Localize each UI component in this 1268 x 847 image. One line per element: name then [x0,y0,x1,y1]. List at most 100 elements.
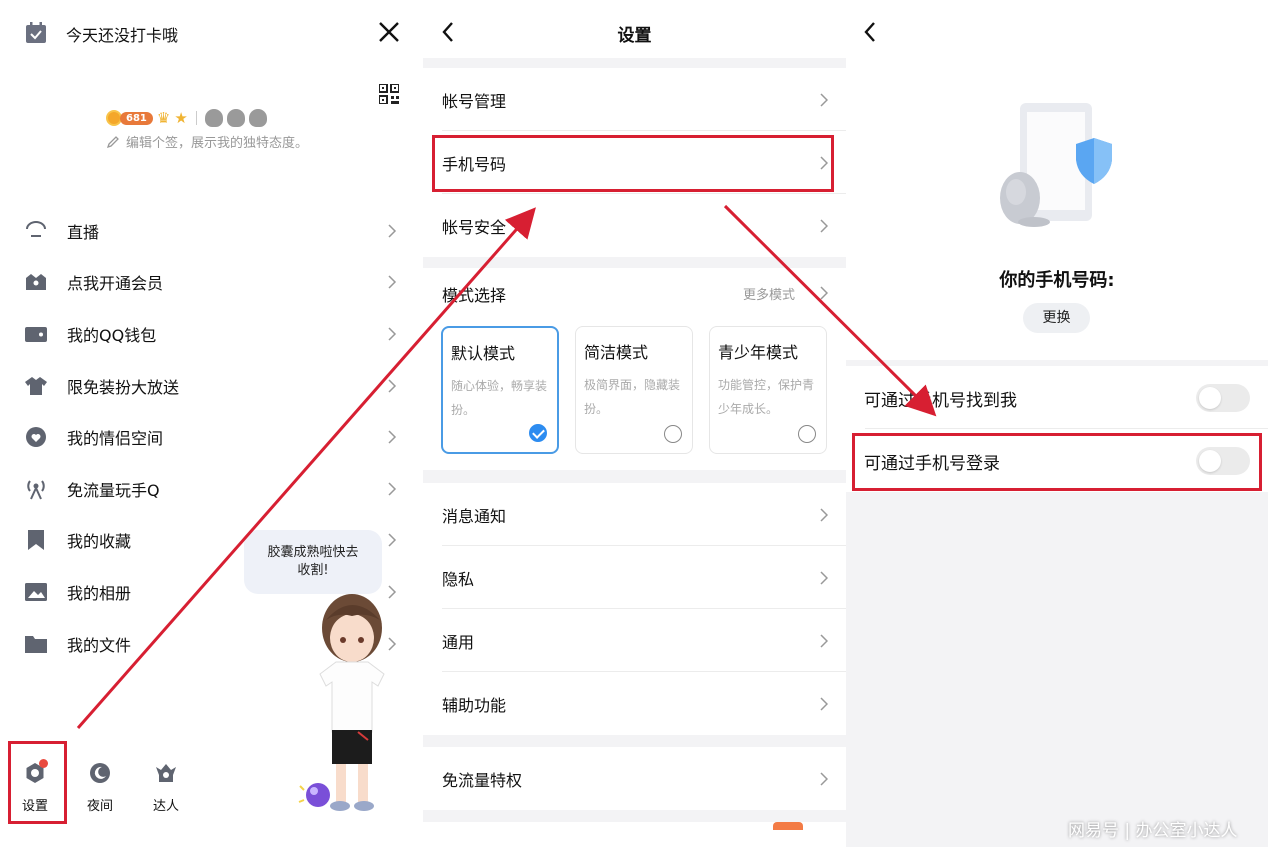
penguin-badge-icon [248,109,267,127]
menu-label: 我的情侣空间 [67,429,164,449]
chevron-right-icon [388,533,397,547]
row-account-management[interactable]: 帐号管理 [423,68,846,131]
row-label: 免流量特权 [442,770,523,790]
watermark: 网易号 | 办公室小达人 [1068,821,1238,841]
row-label: 消息通知 [442,506,507,526]
menu-item-outfit[interactable]: 限免装扮大放送 [0,360,423,412]
notification-dot [39,759,48,768]
radio-checked-icon[interactable] [529,424,547,442]
mode-card-simple[interactable]: 简洁模式 极简界面，隐藏装扮。 [575,326,693,454]
bookmark-icon [24,528,48,552]
free-data-group: 免流量特权 [423,747,846,810]
chevron-right-icon [388,379,397,393]
settings-button[interactable]: 设置 [10,759,60,814]
row-free-data[interactable]: 免流量特权 [423,747,846,810]
menu-label: 免流量玩手Q [67,480,160,500]
couple-icon [24,425,48,449]
phone-shield-illustration [1000,103,1112,227]
toggle-knob [1199,450,1221,472]
chevron-right-icon [820,218,828,233]
account-group: 帐号管理 手机号码 帐号安全 [423,68,846,257]
cartoon-avatar[interactable] [296,590,408,820]
row-account-security[interactable]: 帐号安全 [423,194,846,257]
chevron-right-icon [388,430,397,444]
radio-unchecked-icon[interactable] [798,425,816,443]
menu-item-live[interactable]: 直播 [0,205,423,257]
expert-label: 达人 [152,799,179,814]
settings-panel: 设置 帐号管理 手机号码 帐号安全 模式选择 更多模式 默认模式 随心体验，畅享… [423,0,846,847]
bubble-text-line1: 胶囊成熟啦快去 [267,545,359,560]
mode-card-default[interactable]: 默认模式 随心体验，畅享装扮。 [441,326,559,454]
phone-toggles-group: 可通过手机号找到我 可通过手机号登录 [846,366,1268,492]
night-label: 夜间 [86,799,113,814]
pencil-icon [106,135,119,148]
chevron-right-icon [820,92,828,107]
toggle-label: 可通过手机号找到我 [864,391,1017,411]
checkin-row[interactable]: 今天还没打卡哦 [0,0,423,66]
menu-item-wallet[interactable]: 我的QQ钱包 [0,308,423,360]
qr-code-icon[interactable] [379,84,399,104]
profile-badges[interactable]: 681 ♛ ★ [106,106,267,130]
menu-item-free-data[interactable]: 免流量玩手Q [0,463,423,515]
calendar-check-icon [26,22,46,43]
menu-label: 我的QQ钱包 [67,325,157,345]
row-accessibility[interactable]: 辅助功能 [423,672,846,735]
back-arrow-icon[interactable] [863,21,877,43]
more-modes-link[interactable]: 更多模式 [743,284,795,303]
page-title: 设置 [617,26,652,46]
menu-label: 点我开通会员 [67,274,164,294]
mode-card-title: 简洁模式 [584,343,649,362]
chevron-right-icon [820,570,828,585]
find-by-phone-toggle[interactable] [1196,384,1250,412]
menu-item-vip[interactable]: 点我开通会员 [0,257,423,309]
signature-text: 编辑个签，展示我的独特态度。 [126,136,309,151]
chevron-right-icon [820,286,828,300]
change-phone-button[interactable]: 更换 [1023,303,1090,333]
row-label: 帐号管理 [442,91,507,111]
row-notifications[interactable]: 消息通知 [423,483,846,546]
mode-card-teen[interactable]: 青少年模式 功能管控，保护青少年成长。 [709,326,827,454]
mode-card-title: 青少年模式 [718,343,799,362]
chevron-right-icon [820,633,828,648]
close-icon[interactable] [377,20,401,44]
outfit-icon [24,374,48,398]
row-label: 隐私 [442,569,475,589]
bubble-text-line2: 收割! [297,563,329,578]
login-by-phone-toggle[interactable] [1196,447,1250,475]
checkin-text: 今天还没打卡哦 [66,26,179,45]
toggle-row-login-by-phone: 可通过手机号登录 [846,429,1268,492]
penguin-badge-icon [204,109,223,127]
signature[interactable]: 编辑个签，展示我的独特态度。 [106,132,308,151]
mode-card-desc: 极简界面，隐藏装扮。 [584,378,681,416]
mode-group: 模式选择 更多模式 默认模式 随心体验，畅享装扮。 简洁模式 极简界面，隐藏装扮… [423,268,846,470]
row-phone-number[interactable]: 手机号码 [423,131,846,194]
row-label: 通用 [442,632,475,652]
row-label: 手机号码 [442,154,507,174]
chevron-right-icon [388,482,397,496]
chevron-right-icon [820,771,828,786]
row-general[interactable]: 通用 [423,609,846,672]
expert-badge-icon [156,764,176,782]
chevron-right-icon [820,696,828,711]
expert-button[interactable]: 达人 [141,761,191,814]
menu-label: 我的相册 [67,583,132,603]
wallet-icon [24,322,48,346]
live-icon [24,219,48,243]
capsule-bubble[interactable]: 胶囊成熟啦快去 收割! [244,530,382,594]
radio-unchecked-icon[interactable] [664,425,682,443]
chevron-right-icon [820,507,828,522]
menu-label: 我的文件 [67,635,132,655]
row-privacy[interactable]: 隐私 [423,546,846,609]
menu-item-couple[interactable]: 我的情侣空间 [0,411,423,463]
free-data-icon [24,477,48,501]
phone-panel: 你的手机号码: 更换 可通过手机号找到我 可通过手机号登录 网易号 | 办公室小… [846,0,1268,847]
moon-icon [90,763,110,783]
mode-card-title: 默认模式 [451,344,516,363]
night-mode-button[interactable]: 夜间 [75,761,125,814]
penguin-badge-icon [226,109,245,127]
folder-icon [24,632,48,656]
partial-row [423,822,846,847]
menu-label: 我的收藏 [67,532,132,552]
toggle-row-find-by-phone: 可通过手机号找到我 [846,366,1268,429]
general-group: 消息通知 隐私 通用 辅助功能 [423,483,846,735]
